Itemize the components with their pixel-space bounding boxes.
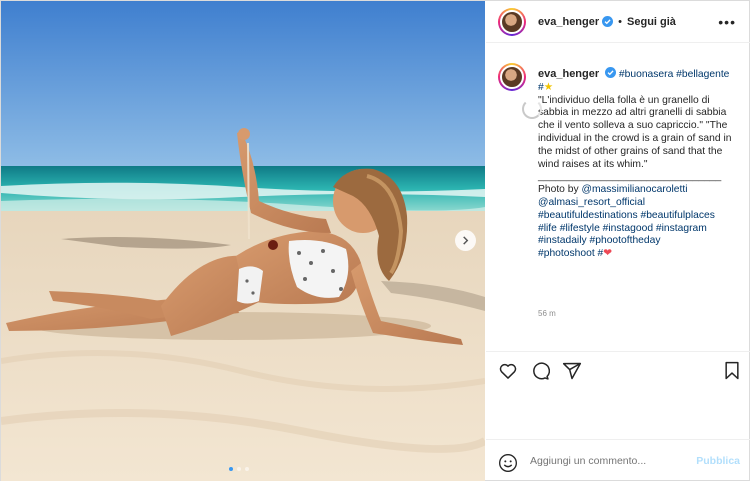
following-button[interactable]: Segui già: [627, 16, 676, 28]
more-options-button[interactable]: •••: [718, 14, 736, 30]
caption-avatar[interactable]: [498, 63, 526, 91]
paper-plane-icon[interactable]: [562, 361, 582, 381]
post-header: eva_henger • Segui già •••: [486, 1, 750, 43]
mention-resort[interactable]: @almasi_resort_official: [538, 197, 645, 208]
heart-outline-icon[interactable]: [498, 361, 518, 381]
publish-button[interactable]: Pubblica: [696, 455, 740, 467]
beach-photo-illustration: [1, 1, 485, 481]
caption-hashtags-top[interactable]: #buonasera #bellagente: [619, 69, 730, 80]
caption-divider: ________________________________: [538, 171, 722, 183]
post-side-panel: eva_henger • Segui già ••• eva_henger #b…: [486, 1, 750, 481]
speech-bubble-icon[interactable]: [530, 361, 550, 381]
post-modal: eva_henger • Segui già ••• eva_henger #b…: [0, 0, 750, 481]
hashtags-line-3[interactable]: #instadaily #phootoftheday: [538, 235, 661, 246]
header-separator: •: [618, 15, 623, 28]
verified-badge-icon: [602, 16, 614, 27]
photo-by-label: Photo by: [538, 184, 579, 196]
chevron-right-icon: [463, 236, 469, 245]
heart-emoji: ❤: [603, 248, 612, 260]
carousel-next-button[interactable]: [455, 230, 476, 251]
hashtags-line-2[interactable]: #life #lifestyle #instagood #instagram: [538, 223, 707, 234]
comment-input[interactable]: [530, 455, 680, 467]
caption-username[interactable]: eva_henger: [538, 68, 599, 80]
carousel-dot: [237, 467, 241, 471]
hashtags-line-4[interactable]: #photoshoot #: [538, 248, 603, 259]
header-username[interactable]: eva_henger: [538, 16, 599, 28]
post-actions: [486, 361, 750, 385]
carousel-dot: [245, 467, 249, 471]
caption-quote: "L'individuo della folla è un granello d…: [538, 94, 732, 170]
star-emoji: ★: [543, 81, 553, 93]
carousel-dot-active: [229, 467, 233, 471]
divider: [486, 351, 750, 352]
smiley-icon[interactable]: [498, 453, 518, 473]
caption-text: eva_henger #buonasera #bellagente #★ "L'…: [538, 67, 742, 261]
verified-badge-icon: [605, 67, 617, 78]
comment-bar: Pubblica: [486, 439, 750, 481]
hashtags-line-1[interactable]: #beautifuldestinations #beautifulplaces: [538, 210, 715, 221]
carousel-dots: [229, 467, 249, 471]
bookmark-icon[interactable]: [723, 361, 741, 381]
post-timestamp[interactable]: 56 m: [538, 309, 556, 318]
avatar[interactable]: [498, 7, 526, 36]
mention-photographer[interactable]: @massimilianocaroletti: [582, 184, 688, 195]
post-photo[interactable]: [1, 1, 485, 481]
loading-spinner-icon: [522, 99, 542, 119]
